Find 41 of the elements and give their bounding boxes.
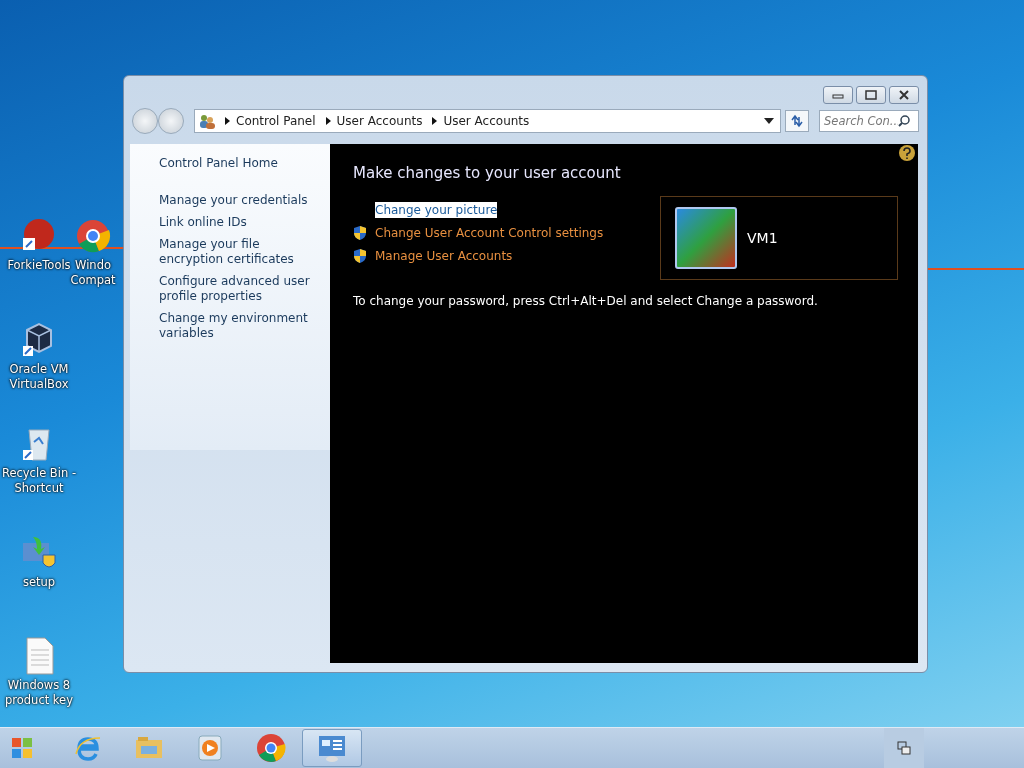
account-name: VM1 <box>747 230 778 246</box>
sidebar-link[interactable]: Configure advanced user profile properties <box>159 274 324 304</box>
breadcrumb-item[interactable]: User Accounts <box>336 114 423 128</box>
breadcrumb-arrow-icon[interactable] <box>325 117 331 125</box>
desktop-icon-label[interactable]: Oracle VM VirtualBox <box>0 362 78 392</box>
minimize-icon <box>832 91 844 99</box>
sidebar-link[interactable]: Manage your credentials <box>159 193 324 208</box>
windows-logo-icon <box>11 737 33 759</box>
page-heading: Make changes to your user account <box>353 164 622 182</box>
password-note: To change your password, press Ctrl+Alt+Del and select Change a password. <box>353 294 818 308</box>
dropdown-arrow-icon[interactable] <box>764 118 774 124</box>
chrome-icon <box>255 732 287 764</box>
taskbar-button[interactable] <box>302 729 362 767</box>
sidebar-link[interactable]: Change my environment variables <box>159 311 324 341</box>
breadcrumb-item[interactable]: Control Panel <box>236 114 316 128</box>
search-icon[interactable] <box>898 115 910 127</box>
breadcrumb-arrow-icon[interactable] <box>225 117 230 125</box>
breadcrumb-arrow-icon[interactable] <box>432 117 438 125</box>
task-link[interactable]: Change your picture <box>375 202 498 218</box>
close-button[interactable] <box>889 86 919 104</box>
account-tile[interactable]: VM1 <box>660 196 898 280</box>
users-icon <box>198 113 216 129</box>
desktop-icon-label[interactable]: ForkieTools <box>7 258 71 273</box>
sidebar-link[interactable]: Manage your file encryption certificates <box>159 237 324 267</box>
close-icon <box>898 90 910 100</box>
refresh-button[interactable] <box>785 110 809 132</box>
maximize-button[interactable] <box>856 86 886 104</box>
help-icon[interactable] <box>898 144 916 162</box>
refresh-arrows-icon <box>790 114 804 128</box>
task-link[interactable]: Manage User Accounts <box>375 248 513 264</box>
sidebar-link[interactable]: Control Panel Home <box>159 156 324 171</box>
address-bar[interactable]: Control Panel User Accounts User Accounts <box>194 109 781 133</box>
shield-icon <box>353 248 367 264</box>
breadcrumb-item[interactable]: User Accounts <box>443 114 530 128</box>
minimize-button[interactable] <box>823 86 853 104</box>
shield-icon <box>353 225 367 241</box>
maximize-icon <box>865 90 877 100</box>
task-link[interactable]: Change User Account Control settings <box>375 225 604 241</box>
network-icon[interactable] <box>896 740 912 756</box>
account-picture-placeholder <box>675 207 737 269</box>
sidebar-link[interactable]: Link online IDs <box>159 215 324 230</box>
